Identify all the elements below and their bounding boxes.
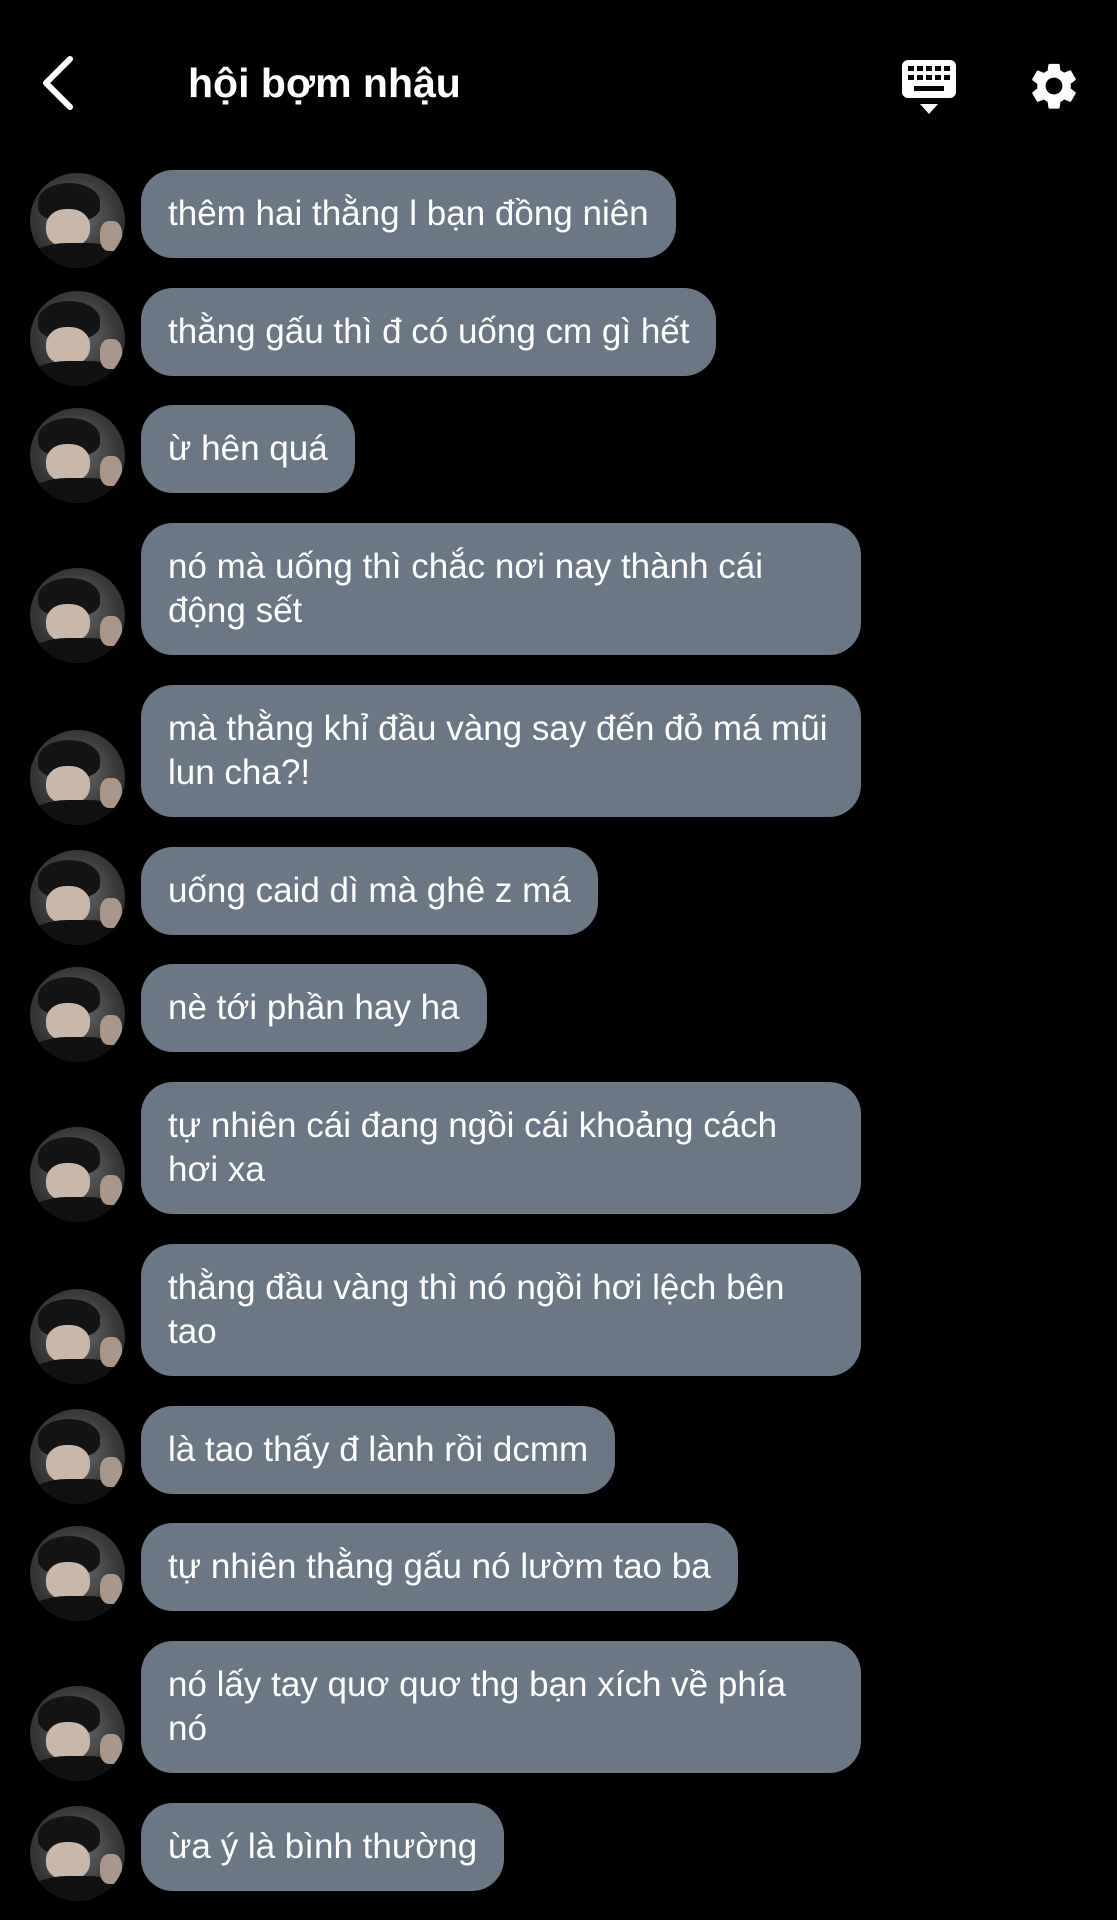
chevron-left-icon — [43, 56, 73, 110]
message-bubble: uống caid dì mà ghê z má — [141, 847, 598, 935]
message-bubble: là tao thấy đ lành rồi dcmm — [141, 1406, 616, 1494]
message-bubble: thằng gấu thì đ có uống cm gì hết — [141, 288, 717, 376]
avatar[interactable] — [30, 408, 125, 503]
avatar[interactable] — [30, 1806, 125, 1901]
message-bubble: ừa ý là bình thường — [141, 1803, 505, 1891]
chat-header: hội bợm nhậu — [0, 0, 1117, 170]
avatar[interactable] — [30, 1289, 125, 1384]
avatar[interactable] — [30, 730, 125, 825]
avatar[interactable] — [30, 967, 125, 1062]
avatar[interactable] — [30, 850, 125, 945]
message-bubble: nó mà uống thì chắc nơi nay thành cái độ… — [141, 523, 861, 655]
message-bubble: mà thằng khỉ đầu vàng say đến đỏ má mũi … — [141, 685, 861, 817]
avatar[interactable] — [30, 568, 125, 663]
keyboard-icon — [902, 60, 956, 114]
avatar[interactable] — [30, 291, 125, 386]
keyboard-button[interactable] — [898, 56, 960, 118]
message-bubble: tự nhiên cái đang ngồi cái khoảng cách h… — [141, 1082, 861, 1214]
message-bubble: thêm hai thằng l bạn đồng niên — [141, 170, 676, 258]
avatar[interactable] — [30, 1127, 125, 1222]
avatar[interactable] — [30, 1686, 125, 1781]
message-bubble: thằng đầu vàng thì nó ngồi hơi lệch bên … — [141, 1244, 861, 1376]
message-bubble: nó lấy tay quơ quơ thg bạn xích về phía … — [141, 1641, 861, 1773]
settings-button[interactable] — [1026, 58, 1082, 114]
avatar[interactable] — [30, 173, 125, 268]
avatar[interactable] — [30, 1526, 125, 1621]
message-bubble: tự nhiên thằng gấu nó lườm tao ba — [141, 1523, 738, 1611]
chat-title: hội bợm nhậu — [188, 60, 461, 106]
avatar[interactable] — [30, 1409, 125, 1504]
message-bubble: ừ hên quá — [141, 405, 355, 493]
back-button[interactable] — [28, 48, 88, 118]
gear-icon — [1032, 63, 1076, 109]
message-bubble: nè tới phần hay ha — [141, 964, 487, 1052]
